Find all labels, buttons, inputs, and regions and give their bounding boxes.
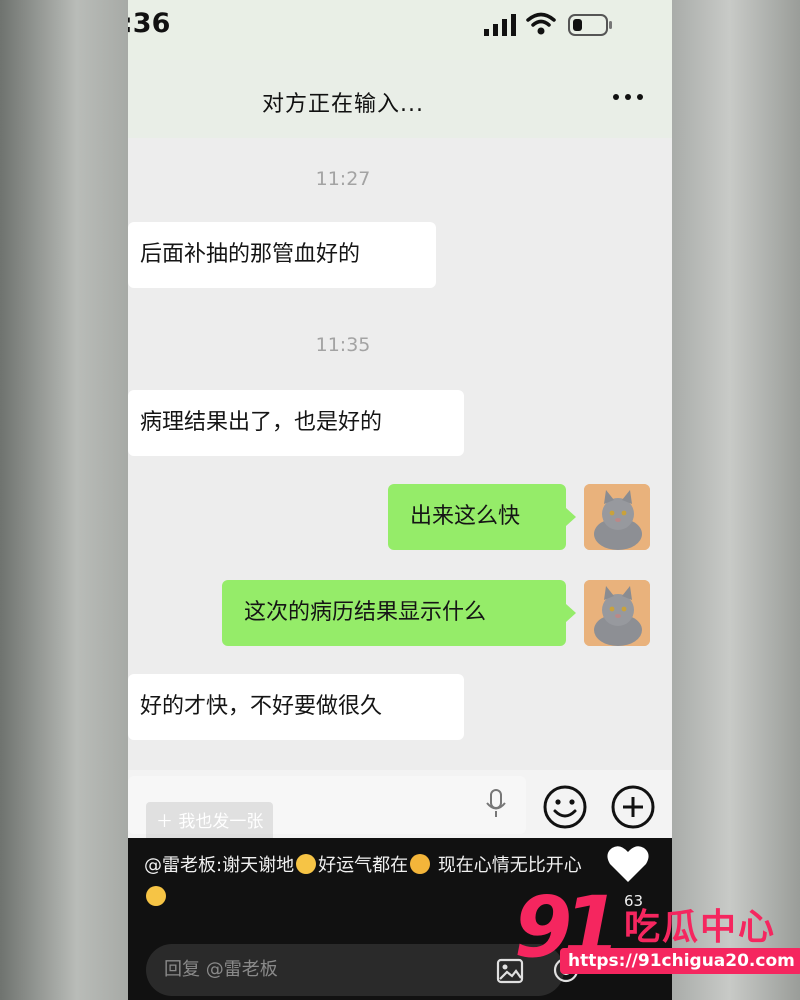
wifi-icon xyxy=(526,12,556,35)
received-message[interactable]: 后面补抽的那管血好的 xyxy=(128,222,436,288)
blurred-backdrop-left xyxy=(0,0,128,1000)
emoji-icon[interactable] xyxy=(542,784,588,830)
plus-icon[interactable] xyxy=(610,784,656,830)
watermark-url: https://91chigua20.com xyxy=(560,948,800,974)
more-options-icon[interactable] xyxy=(608,82,648,112)
phone-screen: :36 对方正在输入... 11:27 后面补抽的那管血好的 11:35 xyxy=(128,0,672,1000)
received-message[interactable]: 病理结果出了，也是好的 xyxy=(128,390,464,456)
comment-author[interactable]: @雷老板: xyxy=(144,855,222,876)
comment-part: 谢天谢地 xyxy=(222,855,295,876)
sent-message[interactable]: 这次的病历结果显示什么 xyxy=(222,580,576,646)
cat-avatar-image xyxy=(584,580,650,646)
watermark-logo: 91 吃瓜中心 https://91chigua20.com xyxy=(512,878,800,1000)
received-message[interactable]: 好的才快，不好要做很久 xyxy=(128,674,464,740)
microphone-icon[interactable] xyxy=(484,788,508,820)
cat-avatar[interactable] xyxy=(584,580,650,646)
chat-input-bar: ＋ 我也发一张 xyxy=(128,770,672,842)
message-timestamp: 11:35 xyxy=(315,334,371,356)
chat-title: 对方正在输入... xyxy=(262,92,424,117)
message-list: 11:27 后面补抽的那管血好的 11:35 病理结果出了，也是好的 出来这么快… xyxy=(128,138,672,778)
message-timestamp: 11:27 xyxy=(315,168,371,190)
battery-icon xyxy=(568,14,612,36)
cat-avatar-image xyxy=(584,484,650,550)
signal-icon xyxy=(484,14,516,36)
smile-halo-emoji-icon xyxy=(296,854,317,874)
relieved-emoji-icon xyxy=(146,886,166,906)
comment-part: 好运气都在 xyxy=(318,855,409,876)
status-bar: :36 xyxy=(128,0,672,60)
chat-header: 对方正在输入... xyxy=(128,60,672,138)
status-time: :36 xyxy=(128,8,171,39)
cat-avatar[interactable] xyxy=(584,484,650,550)
sent-message[interactable]: 出来这么快 xyxy=(388,484,576,550)
watermark-text: 吃瓜中心 xyxy=(624,907,777,948)
laugh-emoji-icon xyxy=(410,854,431,874)
blurred-backdrop-right xyxy=(672,0,800,1000)
me-too-button[interactable]: ＋ 我也发一张 xyxy=(146,802,274,842)
comment-part: 现在心情无比开心 xyxy=(437,855,582,876)
